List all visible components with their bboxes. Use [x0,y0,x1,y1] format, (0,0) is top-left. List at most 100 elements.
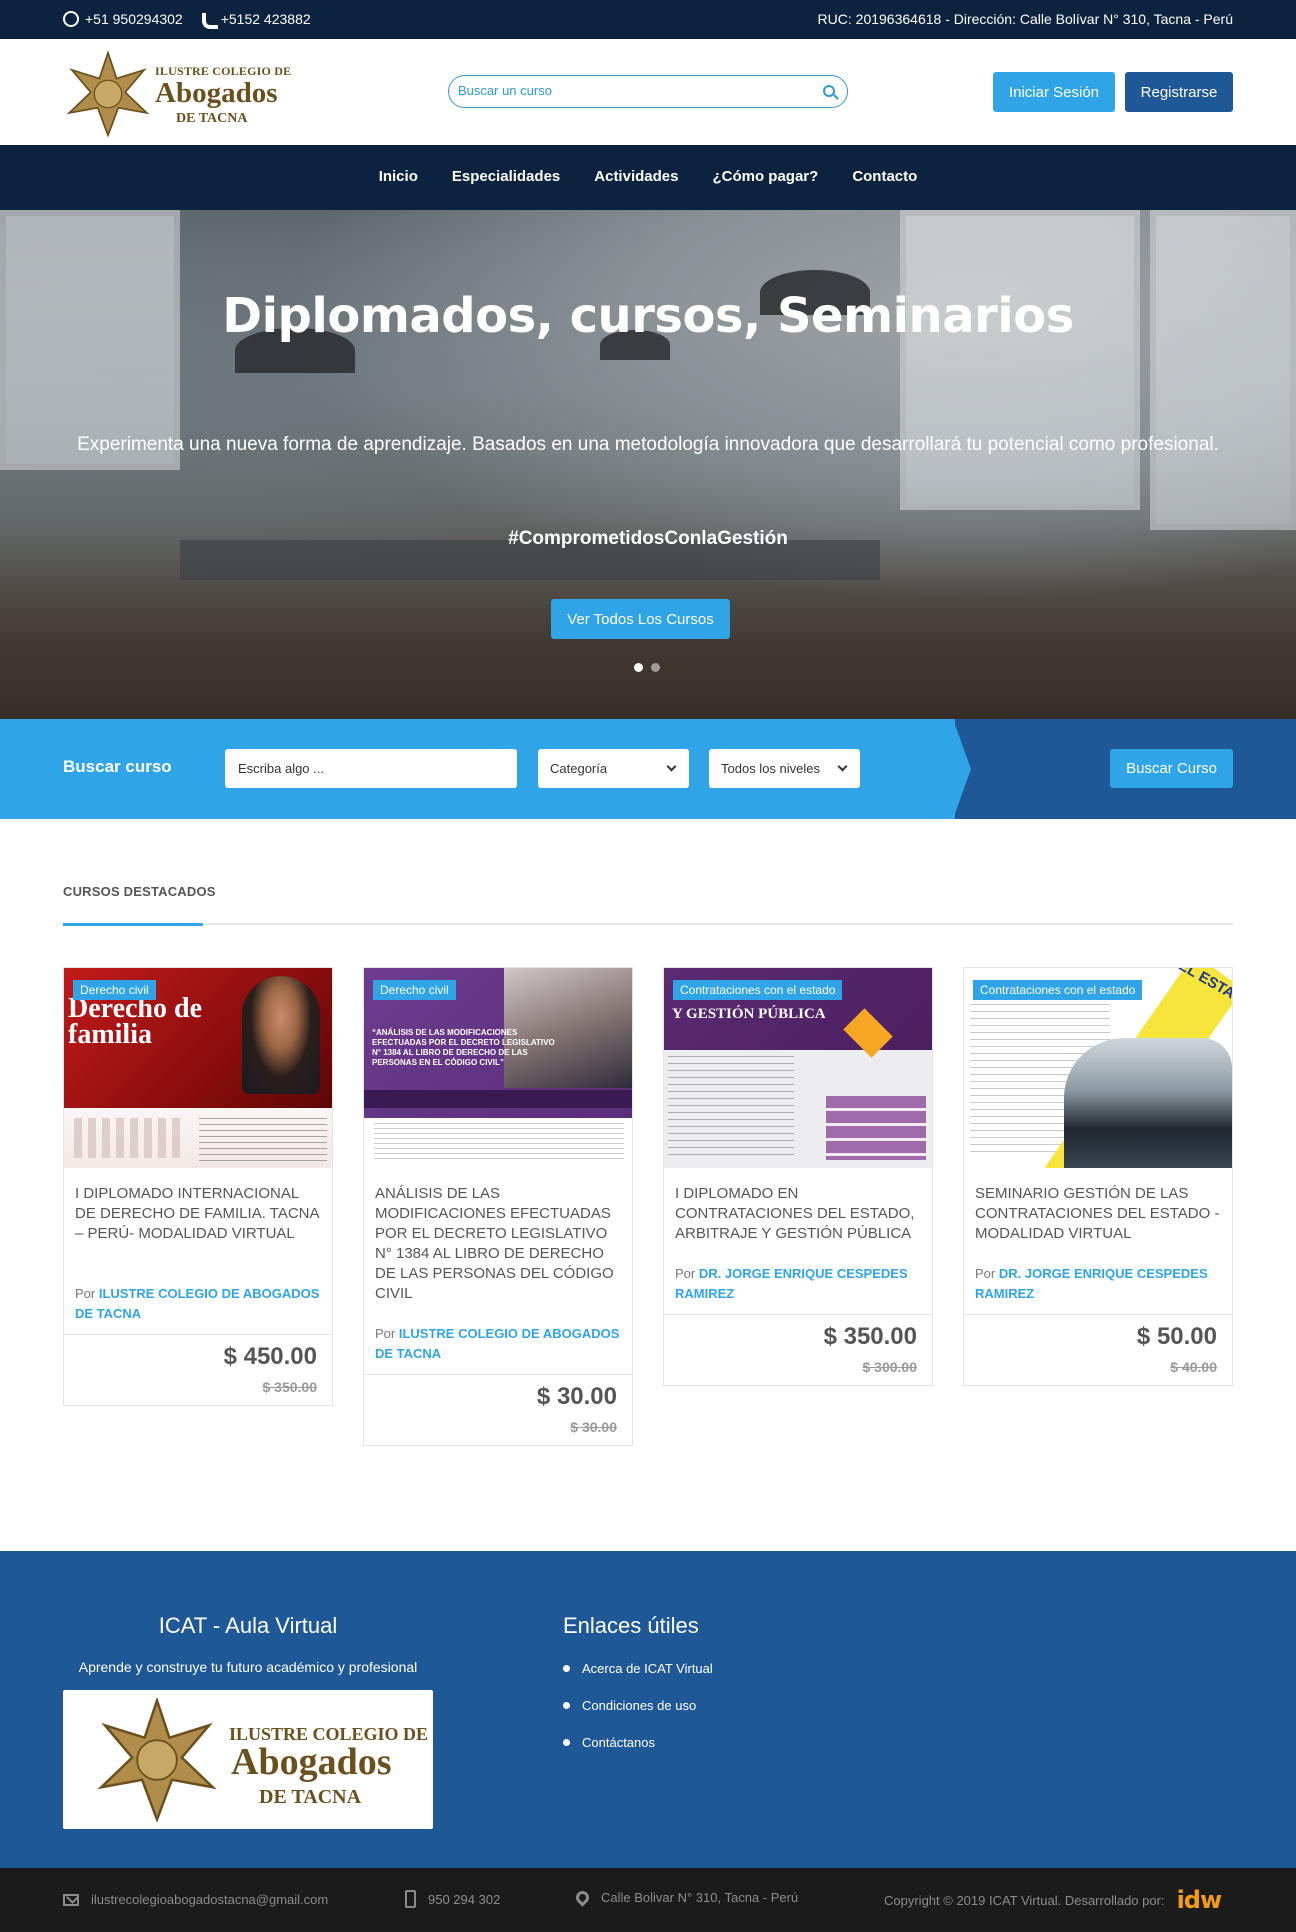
nav-item-contacto[interactable]: Contacto [852,168,917,185]
nav-item-como-pagar[interactable]: ¿Cómo pagar? [712,168,818,185]
contact-phones: +51 950294302 +5152 423882 [63,11,311,27]
whatsapp-number: +51 950294302 [85,11,183,27]
course-title[interactable]: I Diplomado en Contrataciones del Estado… [664,1168,932,1264]
footer-logo-line-3: DE TACNA [259,1786,362,1808]
course-old-price: $ 350.00 [262,1379,318,1395]
category-badge[interactable]: Derecho civil [373,980,456,1000]
footer-link-about[interactable]: Acerca de ICAT Virtual [563,1661,713,1676]
view-all-courses-button[interactable]: Ver Todos Los Cursos [551,599,730,639]
thumb-text-lines [668,1056,794,1161]
course-title[interactable]: I Diplomado Internacional de Derecho de … [64,1168,332,1284]
hero-title: Diplomados, cursos, Seminarios [222,288,1074,344]
slider-dots [634,663,660,672]
thumb-graphic [74,1118,184,1158]
course-author: Por DR. JORGE ENRIQUE CESPEDES RAMIREZ [664,1264,932,1314]
company-info: RUC: 20196364618 - Dirección: Calle Bolí… [817,11,1233,27]
footer-link-label: Acerca de ICAT Virtual [582,1661,713,1676]
login-button[interactable]: Iniciar Sesión [993,72,1115,112]
thumb-strip [364,1090,632,1108]
footer-left-title: ICAT - Aula Virtual [158,1613,338,1638]
bottom-bar: ilustrecolegioabogadostacna@gmail.com 95… [0,1868,1296,1932]
footer-link-label: Contáctanos [582,1735,655,1750]
phone-number: +5152 423882 [220,11,311,27]
author-name[interactable]: DR. JORGE ENRIQUE CESPEDES RAMIREZ [675,1266,908,1301]
chevron-down-icon [837,761,848,772]
bullet-icon [563,1665,570,1672]
logo-line-3: DE TACNA [176,111,248,126]
course-title[interactable]: Seminario Gestión de las Contrataciones … [964,1168,1232,1264]
nav-item-inicio[interactable]: Inicio [379,168,418,185]
course-card[interactable]: Y GESTIÓN PÚBLICA Contrataciones con el … [663,967,933,1386]
author-prefix: Por [975,1266,996,1281]
whatsapp-contact[interactable]: +51 950294302 [63,11,183,27]
course-search-input[interactable] [458,83,798,98]
star-logo-icon [66,51,150,137]
course-search-band: Buscar curso Categoría Todos los niveles… [0,719,1296,819]
phone-contact[interactable]: +5152 423882 [201,11,311,27]
nav-item-actividades[interactable]: Actividades [594,168,678,185]
course-thumbnail[interactable]: Derecho de familia Derecho civil [64,968,332,1168]
thumb-text-lines [199,1118,327,1162]
nav-item-especialidades[interactable]: Especialidades [452,168,560,185]
featured-title: CURSOS DESTACADOS [63,884,216,899]
slider-dot[interactable] [634,663,643,672]
copyright-text: Copyright © 2019 ICAT Virtual. Desarroll… [884,1892,1165,1908]
thumb-table [826,1096,926,1160]
course-price: $ 30.00 [536,1383,617,1410]
author-name[interactable]: DR. JORGE ENRIQUE CESPEDES RAMIREZ [975,1266,1208,1301]
search-course-button[interactable]: Buscar Curso [1110,749,1233,788]
footer-logo: ILUSTRE COLEGIO DE Abogados DE TACNA [63,1690,433,1829]
footer-address-text: Calle Bolivar N° 310, Tacna - Perú [601,1890,799,1905]
featured-divider [63,923,1233,926]
course-price: $ 350.00 [823,1323,917,1350]
thumb-heading: “ANÁLISIS DE LAS MODIFICACIONES EFECTUAD… [372,1028,555,1067]
course-card[interactable]: DEL ESTADO Contrataciones con el estado … [963,967,1233,1386]
thumb-heading: Derecho de familia [68,993,202,1050]
developer-logo[interactable]: idw [1177,1886,1223,1914]
location-pin-icon [573,1888,592,1907]
category-badge[interactable]: Contrataciones con el estado [973,980,1143,1000]
course-thumbnail[interactable]: Y GESTIÓN PÚBLICA Contrataciones con el … [664,968,932,1168]
category-badge[interactable]: Contrataciones con el estado [673,980,843,1000]
top-bar: +51 950294302 +5152 423882 RUC: 20196364… [0,0,1296,39]
course-title[interactable]: Análisis de las modificaciones efectuada… [364,1168,632,1324]
footer-copyright: Copyright © 2019 ICAT Virtual. Desarroll… [884,1886,1223,1914]
slider-dot[interactable] [651,663,660,672]
footer-logo-line-2: Abogados [231,1741,392,1783]
footer: ICAT - Aula Virtual Aprende y construye … [0,1551,1296,1868]
hero-subtitle: Experimenta una nueva forma de aprendiza… [77,434,1219,455]
level-select[interactable]: Todos los niveles [709,749,860,788]
register-button[interactable]: Registrarse [1125,72,1233,112]
main-nav: Inicio Especialidades Actividades ¿Cómo … [0,145,1296,210]
course-prices: $ 350.00 $ 300.00 [664,1314,932,1385]
footer-phone-text: 950 294 302 [428,1891,501,1907]
whatsapp-icon [63,11,79,27]
course-price: $ 50.00 [1136,1323,1217,1350]
footer-email-text: ilustrecolegioabogadostacna@gmail.com [91,1892,329,1907]
level-select-value: Todos los niveles [721,761,820,776]
search-icon[interactable] [823,85,835,97]
footer-email[interactable]: ilustrecolegioabogadostacna@gmail.com [63,1892,328,1907]
course-thumbnail[interactable]: DEL ESTADO Contrataciones con el estado [964,968,1232,1168]
chevron-down-icon [666,761,677,772]
search-keyword-input[interactable] [225,749,517,788]
footer-link-terms[interactable]: Condiciones de uso [563,1698,713,1713]
course-card[interactable]: Derecho de familia Derecho civil I Diplo… [63,967,333,1406]
course-thumbnail[interactable]: “ANÁLISIS DE LAS MODIFICACIONES EFECTUAD… [364,968,632,1168]
footer-phone[interactable]: 950 294 302 [405,1890,500,1908]
category-select[interactable]: Categoría [538,749,689,788]
footer-link-contact[interactable]: Contáctanos [563,1735,713,1750]
author-name[interactable]: ILUSTRE COLEGIO DE ABOGADOS DE TACNA [375,1326,619,1361]
logo-line-2: Abogados [155,77,278,109]
site-logo[interactable]: ILUSTRE COLEGIO DE Abogados DE TACNA [63,47,291,137]
category-badge[interactable]: Derecho civil [73,980,156,1000]
hero-window [1150,210,1296,530]
hero-slider: Diplomados, cursos, Seminarios Experimen… [0,210,1296,719]
thumb-photo [1064,1038,1232,1168]
author-name[interactable]: ILUSTRE COLEGIO DE ABOGADOS DE TACNA [75,1286,319,1321]
header: ILUSTRE COLEGIO DE Abogados DE TACNA Ini… [0,39,1296,145]
mobile-phone-icon [405,1890,416,1908]
hero-hashtag: #ComprometidosConlaGestión [508,528,788,549]
category-select-value: Categoría [550,761,608,776]
course-card[interactable]: “ANÁLISIS DE LAS MODIFICACIONES EFECTUAD… [363,967,633,1446]
